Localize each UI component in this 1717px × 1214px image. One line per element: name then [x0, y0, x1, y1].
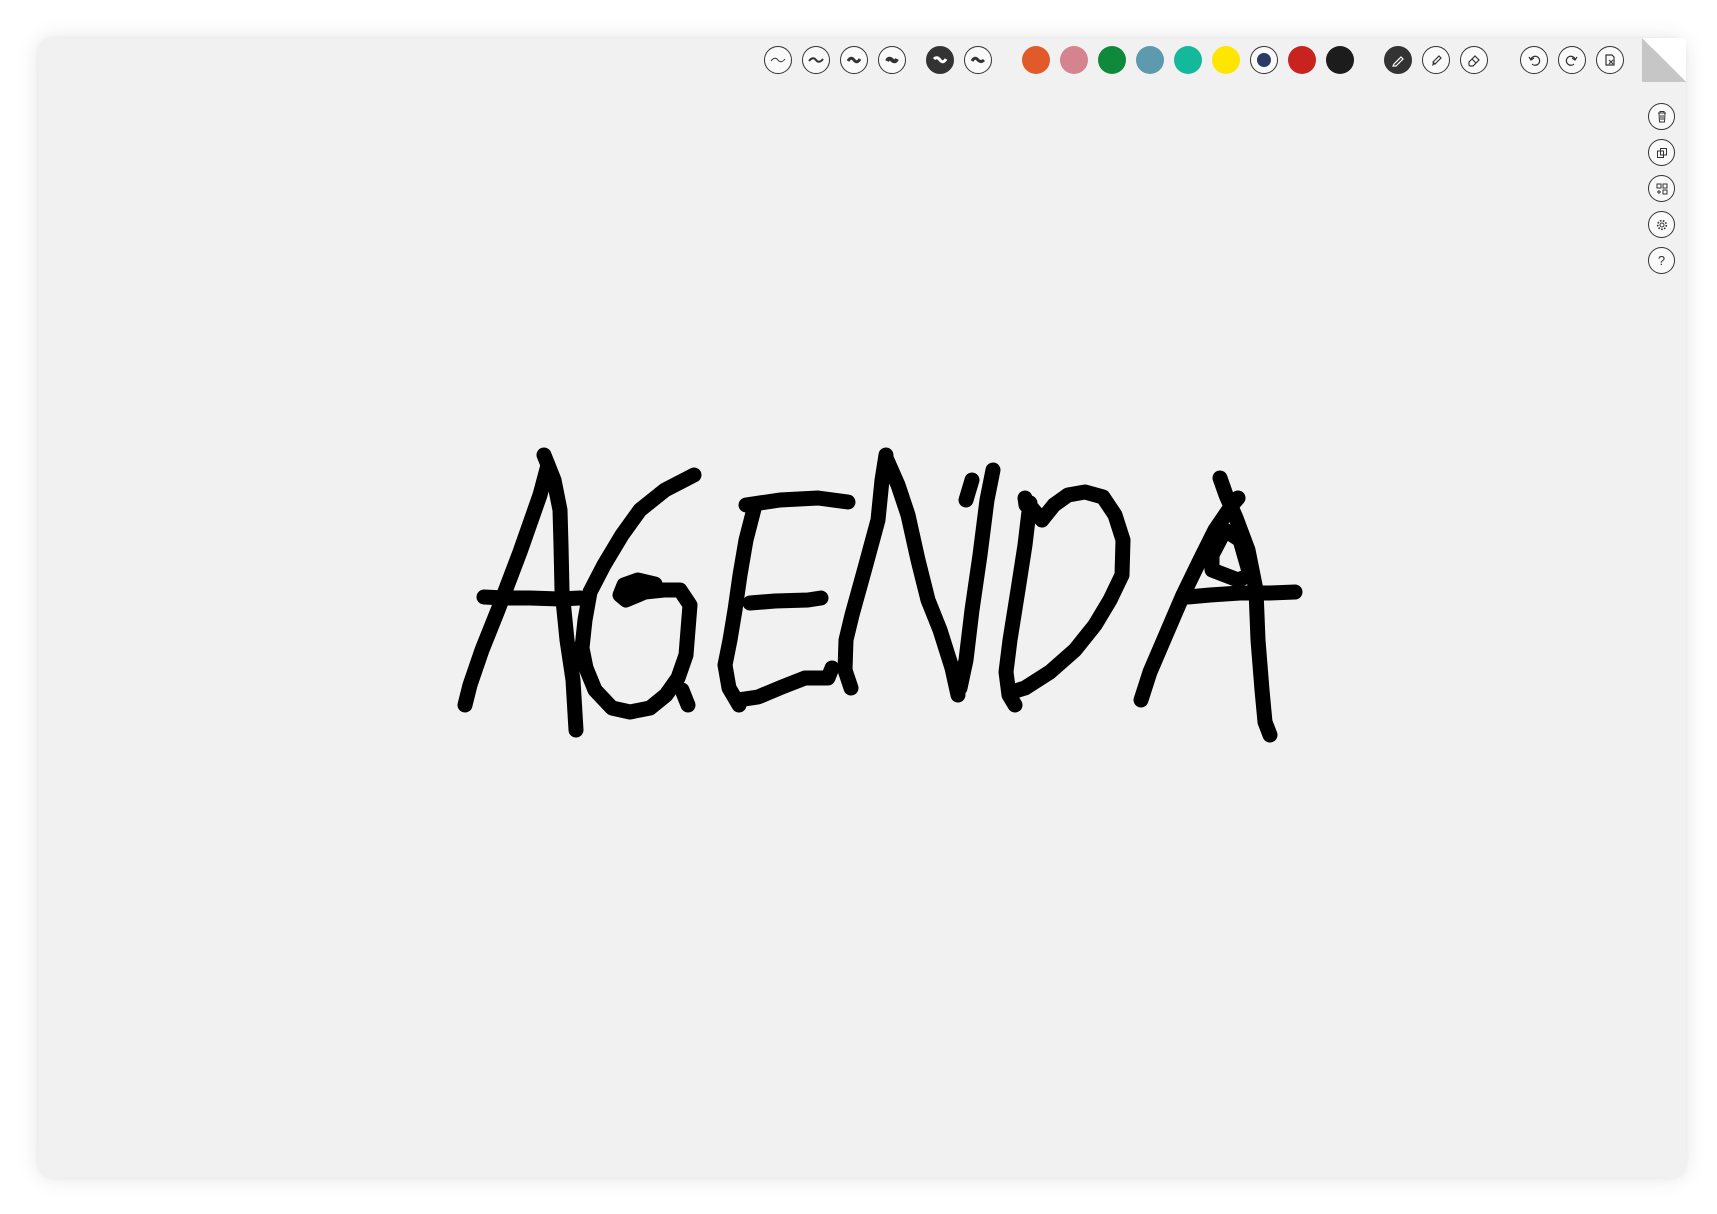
color-teal-swatch[interactable] — [1174, 46, 1202, 74]
color-pink-swatch[interactable] — [1060, 46, 1088, 74]
eraser-icon — [1468, 55, 1480, 67]
highlighter-button[interactable] — [1422, 46, 1450, 74]
wave-thin-icon — [770, 57, 786, 63]
wave-variable-icon — [970, 56, 986, 63]
stroke-width-5-button[interactable] — [926, 46, 954, 74]
whiteboard-canvas[interactable] — [38, 38, 1686, 1178]
pen-icon — [1392, 56, 1404, 67]
duplicate-button[interactable] — [1648, 139, 1675, 166]
stroke-width-4-button[interactable] — [878, 46, 906, 74]
stroke-width-3-button[interactable] — [840, 46, 868, 74]
undo-button[interactable] — [1520, 46, 1548, 74]
color-steel-blue-swatch[interactable] — [1136, 46, 1164, 74]
clear-icon — [1605, 54, 1615, 66]
redo-button[interactable] — [1558, 46, 1586, 74]
color-green-swatch[interactable] — [1098, 46, 1126, 74]
color-orange-swatch[interactable] — [1022, 46, 1050, 74]
trash-icon — [1657, 111, 1666, 123]
color-black-swatch[interactable] — [1326, 46, 1354, 74]
help-button[interactable]: ? — [1648, 247, 1675, 274]
pen-button[interactable] — [1384, 46, 1412, 74]
duplicate-icon — [1656, 147, 1667, 158]
undo-icon — [1528, 55, 1541, 66]
stroke-width-6-button[interactable] — [964, 46, 992, 74]
wave-selected-icon — [932, 56, 948, 64]
redo-icon — [1565, 55, 1578, 66]
wave-heavy-icon — [885, 56, 899, 64]
top-toolbar — [764, 46, 1634, 78]
delete-button[interactable] — [1648, 103, 1675, 130]
wave-thick-icon — [846, 56, 862, 64]
highlighter-icon — [1432, 55, 1442, 66]
add-board-button[interactable] — [1648, 175, 1675, 202]
add-board-icon — [1656, 183, 1667, 194]
eraser-button[interactable] — [1460, 46, 1488, 74]
color-yellow-swatch[interactable] — [1212, 46, 1240, 74]
drawing-text-label: AGENDA — [0, 0, 1, 1]
page-curl-corner[interactable] — [1642, 38, 1686, 82]
clear-page-button[interactable] — [1596, 46, 1624, 74]
wave-medium-icon — [808, 57, 824, 63]
stroke-width-1-button[interactable] — [764, 46, 792, 74]
color-navy-swatch[interactable] — [1250, 46, 1278, 74]
stroke-width-2-button[interactable] — [802, 46, 830, 74]
color-red-swatch[interactable] — [1288, 46, 1316, 74]
help-icon: ? — [1657, 253, 1666, 268]
settings-button[interactable] — [1648, 211, 1675, 238]
settings-icon — [1656, 219, 1667, 230]
